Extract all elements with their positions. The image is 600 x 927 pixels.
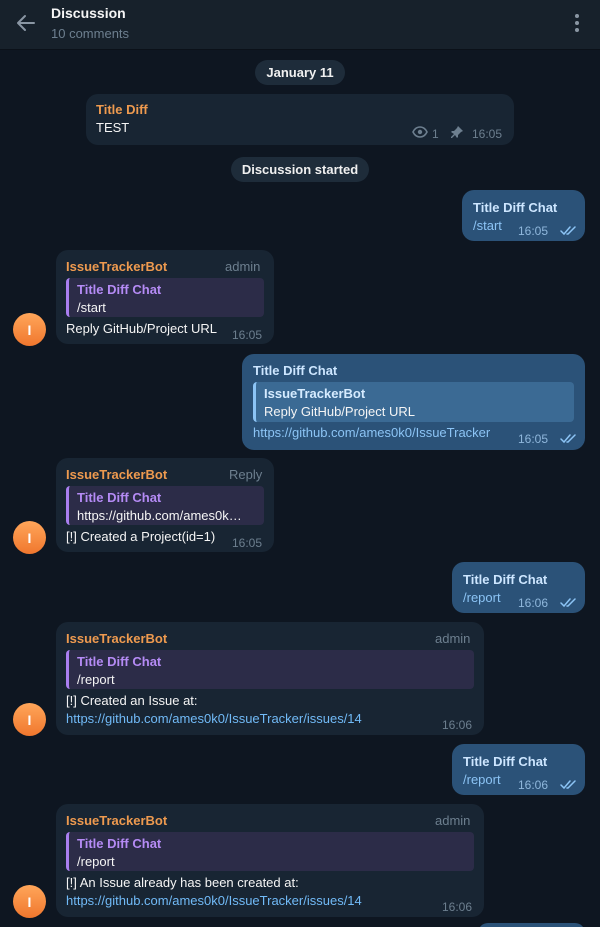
quote-sender: Title Diff Chat	[77, 282, 162, 297]
message-sender[interactable]: IssueTrackerBot	[66, 258, 167, 276]
date-pill: January 11	[255, 60, 345, 85]
message-sender: Title Diff Chat	[253, 363, 338, 378]
reply-quote[interactable]: Title Diff Chat /report	[66, 650, 474, 689]
reply-quote[interactable]: Title Diff Chat https://github.com/ames0…	[66, 486, 264, 525]
message-link[interactable]: https://github.com/ames0k0/IssueTracker/…	[66, 892, 362, 910]
channel-post[interactable]: Title Diff TEST 1 16:05	[86, 94, 514, 145]
post-title: Title Diff	[96, 102, 148, 117]
quote-sender: Title Diff Chat	[77, 654, 162, 669]
reply-tag: Reply	[229, 467, 263, 482]
incoming-message[interactable]: IssueTrackerBot admin Title Diff Chat /r…	[56, 622, 484, 735]
message-text: Reply GitHub/Project URL	[66, 321, 217, 336]
message-link[interactable]: https://github.com/ames0k0/IssueTracker	[253, 424, 490, 442]
message-text: [!] Created a Project(id=1)	[66, 529, 216, 544]
incoming-message[interactable]: IssueTrackerBot Reply Title Diff Chat ht…	[56, 458, 274, 552]
double-check-icon	[560, 434, 576, 444]
outgoing-message[interactable]: Title Diff Chat /report 16:06	[452, 744, 585, 795]
reply-quote[interactable]: Title Diff Chat /start	[66, 278, 264, 317]
message-sender[interactable]: IssueTrackerBot	[66, 812, 167, 830]
quote-sender: Title Diff Chat	[77, 490, 162, 505]
message-sender: Title Diff Chat	[473, 200, 558, 215]
message-time: 16:06	[518, 778, 549, 792]
reply-quote[interactable]: Title Diff Chat /report	[66, 832, 474, 871]
outgoing-message[interactable]: Title Diff Chat /start 16:05	[462, 190, 585, 241]
message-time: 16:05	[232, 536, 263, 550]
double-check-icon	[560, 226, 576, 236]
chat-header: Discussion 10 comments	[0, 0, 600, 50]
discussion-started-pill: Discussion started	[231, 157, 369, 182]
admin-tag: admin	[225, 259, 261, 274]
post-views: 1	[432, 127, 439, 141]
message-sender: Title Diff Chat	[463, 572, 548, 587]
message-time: 16:06	[442, 900, 473, 914]
message-time: 16:05	[518, 432, 549, 446]
header-subtitle: 10 comments	[51, 26, 130, 41]
quote-sender: IssueTrackerBot	[264, 386, 366, 401]
arrow-left-icon[interactable]	[14, 11, 38, 35]
eye-icon	[412, 126, 428, 138]
message-text: [!] Created an Issue at:	[66, 693, 198, 708]
admin-tag: admin	[435, 813, 471, 828]
pin-icon	[451, 126, 463, 138]
post-time: 16:05	[472, 127, 503, 141]
message-time: 16:06	[442, 718, 473, 732]
message-command[interactable]: /report	[463, 771, 501, 789]
quote-text: https://github.com/ames0k…	[77, 508, 242, 523]
message-sender[interactable]: IssueTrackerBot	[66, 630, 167, 648]
bot-avatar[interactable]: I	[13, 313, 46, 346]
message-sender[interactable]: IssueTrackerBot	[66, 466, 167, 484]
message-time: 16:06	[518, 596, 549, 610]
quote-text: /report	[77, 672, 115, 687]
header-title: Discussion	[51, 5, 126, 21]
admin-tag: admin	[435, 631, 471, 646]
bot-avatar[interactable]: I	[13, 703, 46, 736]
outgoing-message[interactable]: Title Diff Chat IssueTrackerBot Reply Gi…	[242, 354, 585, 450]
message-time: 16:05	[232, 328, 263, 342]
outgoing-message-partial[interactable]	[478, 923, 585, 927]
more-vertical-icon[interactable]	[568, 12, 586, 34]
outgoing-message[interactable]: Title Diff Chat /report 16:06	[452, 562, 585, 613]
message-time: 16:05	[518, 224, 549, 238]
quote-text: Reply GitHub/Project URL	[264, 404, 415, 419]
double-check-icon	[560, 598, 576, 608]
message-link[interactable]: https://github.com/ames0k0/IssueTracker/…	[66, 710, 362, 728]
message-text: [!] An Issue already has been created at…	[66, 875, 299, 890]
message-command[interactable]: /start	[473, 217, 502, 235]
bot-avatar[interactable]: I	[13, 521, 46, 554]
incoming-message[interactable]: IssueTrackerBot admin Title Diff Chat /r…	[56, 804, 484, 917]
incoming-message[interactable]: IssueTrackerBot admin Title Diff Chat /s…	[56, 250, 274, 344]
reply-quote[interactable]: IssueTrackerBot Reply GitHub/Project URL	[253, 382, 574, 422]
double-check-icon	[560, 780, 576, 790]
quote-sender: Title Diff Chat	[77, 836, 162, 851]
post-text: TEST	[96, 120, 130, 135]
message-sender: Title Diff Chat	[463, 754, 548, 769]
bot-avatar[interactable]: I	[13, 885, 46, 918]
quote-text: /start	[77, 300, 106, 315]
message-command[interactable]: /report	[463, 589, 501, 607]
quote-text: /report	[77, 854, 115, 869]
